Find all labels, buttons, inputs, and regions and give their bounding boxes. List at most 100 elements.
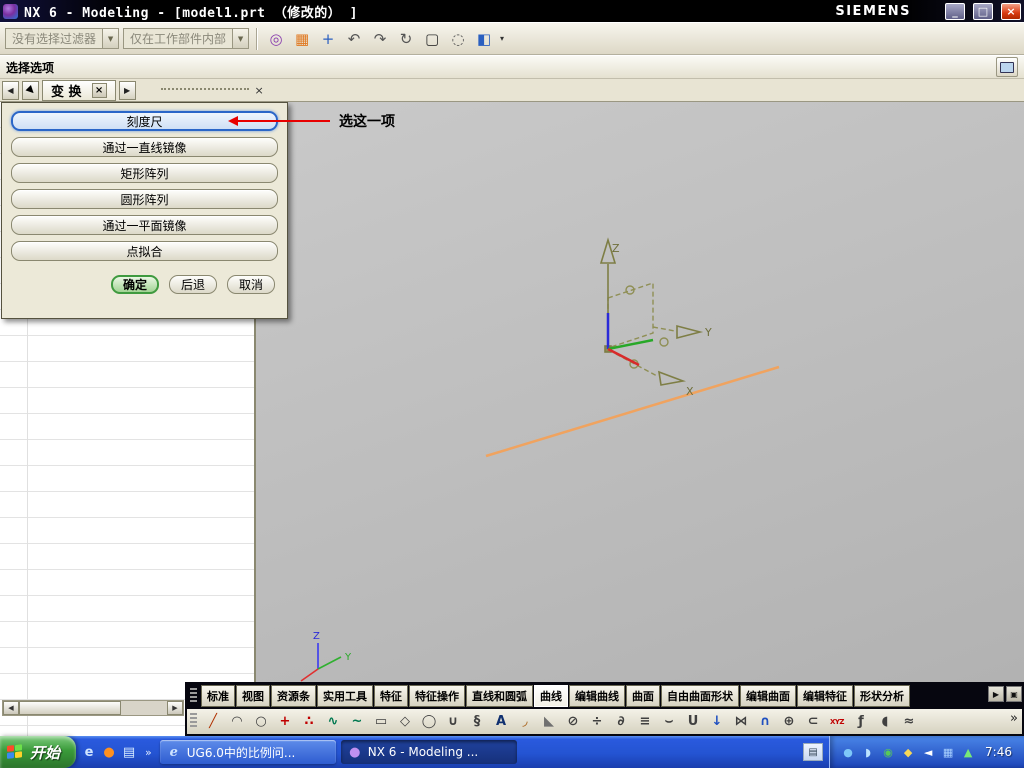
selection-scope-dropdown[interactable]: 仅在工作部件内部 ▼ <box>123 28 250 49</box>
dock-tab-7[interactable]: 直线和圆弧 <box>466 685 533 707</box>
xyz-point-icon[interactable]: XYZ <box>825 711 849 732</box>
extract-curve-icon[interactable]: ⊂ <box>801 711 825 732</box>
dock-tab-6[interactable]: 特征操作 <box>409 685 465 707</box>
law-curve-icon[interactable]: ƒ <box>849 711 873 732</box>
display-mode-button[interactable] <box>996 57 1018 77</box>
rectangle-icon[interactable]: ▭ <box>369 711 393 732</box>
redo-icon[interactable]: ↷ <box>368 27 392 51</box>
point-set-icon[interactable]: ∴ <box>297 711 321 732</box>
refresh-view-icon[interactable]: ↻ <box>394 27 418 51</box>
dock-tab-14[interactable]: 形状分析 <box>854 685 910 707</box>
update-tray-icon[interactable]: ▲ <box>960 744 976 760</box>
dialog-option-2[interactable]: 通过一直线镜像 <box>11 137 278 157</box>
scrollbar-track[interactable] <box>121 701 167 715</box>
conic-icon[interactable]: ∪ <box>441 711 465 732</box>
wcs-x-arrowhead-icon[interactable] <box>658 370 686 386</box>
toolbar-grip-icon[interactable] <box>190 688 197 704</box>
tab-next-button[interactable]: ▶ <box>118 80 136 100</box>
transform-tab[interactable]: 变 换 × <box>42 79 116 101</box>
intersection-curve-icon[interactable]: ∩ <box>753 711 777 732</box>
project-curve-icon[interactable]: ↓ <box>705 711 729 732</box>
dialog-option-3[interactable]: 矩形阵列 <box>11 163 278 183</box>
handle-close-icon[interactable]: × <box>255 84 264 97</box>
grid-icon[interactable]: ▦ <box>290 27 314 51</box>
chamfer-icon[interactable]: ◣ <box>537 711 561 732</box>
trim-curve-icon[interactable]: ⊘ <box>561 711 585 732</box>
dock-tab-12[interactable]: 编辑曲面 <box>740 685 796 707</box>
tab-prev-button[interactable]: ◀ <box>2 80 19 100</box>
back-button[interactable]: 后退 <box>169 275 217 294</box>
maximize-button[interactable]: □ <box>973 2 993 20</box>
scroll-left-icon[interactable]: ◀ <box>3 701 19 715</box>
scrollbar-thumb[interactable] <box>19 701 121 715</box>
point-icon[interactable]: + <box>273 711 297 732</box>
text-icon[interactable]: A <box>489 711 513 732</box>
select-cursor-button[interactable]: ▶ <box>22 80 39 100</box>
offset-curve-icon[interactable]: ≡ <box>633 711 657 732</box>
im-tray-icon[interactable]: ◆ <box>900 744 916 760</box>
wrap-curve-icon[interactable]: ◖ <box>873 711 897 732</box>
quick-launch-overflow-icon[interactable]: » <box>142 746 155 759</box>
dialog-option-4[interactable]: 圆形阵列 <box>11 189 278 209</box>
simplify-curve-icon[interactable]: ≈ <box>897 711 921 732</box>
security-tray-icon[interactable]: ◉ <box>880 744 896 760</box>
dock-tab-3[interactable]: 资源条 <box>271 685 316 707</box>
volume-tray-icon[interactable]: ◄ <box>920 744 936 760</box>
network-tray-icon[interactable]: ▦ <box>940 744 956 760</box>
dock-window-button[interactable]: ▣ <box>1006 686 1022 702</box>
close-button[interactable]: × <box>1001 2 1021 20</box>
graphics-viewport[interactable]: Z Y X Z Y X <box>256 102 1024 693</box>
dock-tab-11[interactable]: 自由曲面形状 <box>661 685 739 707</box>
divide-curve-icon[interactable]: ÷ <box>585 711 609 732</box>
selection-rectangle-icon[interactable]: ▢ <box>420 27 444 51</box>
scroll-right-icon[interactable]: ▶ <box>167 701 183 715</box>
task-button-2[interactable]: ● NX 6 - Modeling ... <box>340 740 517 764</box>
dock-tab-1[interactable]: 标准 <box>201 685 235 707</box>
tab-close-icon[interactable]: × <box>91 82 107 98</box>
dock-tab-5[interactable]: 特征 <box>374 685 408 707</box>
line-icon[interactable]: ╱ <box>201 711 225 732</box>
ellipse-icon[interactable]: ◯ <box>417 711 441 732</box>
browser-icon[interactable]: ● <box>100 743 118 761</box>
mirror-curve-icon[interactable]: ⋈ <box>729 711 753 732</box>
sketch-line[interactable] <box>485 365 780 458</box>
toolbar-grip-icon[interactable] <box>190 713 197 729</box>
wcs-triad[interactable] <box>599 237 704 386</box>
selection-rect-caret-icon[interactable]: ▾ <box>500 34 508 43</box>
selection-filter-dropdown[interactable]: 没有选择过滤器 ▼ <box>5 28 120 49</box>
dock-tab-2[interactable]: 视图 <box>236 685 270 707</box>
edit-curve-icon[interactable]: ∂ <box>609 711 633 732</box>
wcs-y-arrowhead-icon[interactable] <box>676 324 704 340</box>
bridge-curve-icon[interactable]: ⌣ <box>657 711 681 732</box>
dock-tab-4[interactable]: 实用工具 <box>317 685 373 707</box>
dialog-option-5[interactable]: 通过一平面镜像 <box>11 215 278 235</box>
dropdown-arrow-icon[interactable]: ▼ <box>232 29 249 48</box>
snap-point-icon[interactable]: ◎ <box>264 27 288 51</box>
tools-overflow-icon[interactable]: » <box>1010 711 1018 726</box>
dock-tab-8[interactable]: 曲线 <box>534 685 568 707</box>
shaded-cube-icon[interactable]: ◧ <box>472 27 496 51</box>
spline-icon[interactable]: ∿ <box>321 711 345 732</box>
dialog-option-6[interactable]: 点拟合 <box>11 241 278 261</box>
horizontal-scrollbar[interactable]: ◀ ▶ <box>2 700 184 716</box>
join-curve-icon[interactable]: U <box>681 711 705 732</box>
fillet-icon[interactable]: ◞ <box>513 711 537 732</box>
start-button[interactable]: 开始 <box>0 736 77 768</box>
minimize-button[interactable]: _ <box>945 2 965 20</box>
internet-explorer-icon[interactable]: e <box>80 743 98 761</box>
chat-tray-icon[interactable]: ◗ <box>860 744 876 760</box>
docked-toolbar-handle[interactable]: × <box>160 84 264 97</box>
lasso-selection-icon[interactable]: ◌ <box>446 27 470 51</box>
dropdown-arrow-icon[interactable]: ▼ <box>102 29 119 48</box>
task-button-1[interactable]: e UG6.0中的比例问... <box>159 740 336 764</box>
cancel-button[interactable]: 取消 <box>227 275 275 294</box>
studio-spline-icon[interactable]: ~ <box>345 711 369 732</box>
dock-expand-button[interactable]: ▶ <box>988 686 1004 702</box>
undo-icon[interactable]: ↶ <box>342 27 366 51</box>
polygon-icon[interactable]: ◇ <box>393 711 417 732</box>
dock-tab-10[interactable]: 曲面 <box>626 685 660 707</box>
section-curve-icon[interactable]: ⊕ <box>777 711 801 732</box>
point-constructor-icon[interactable]: + <box>316 27 340 51</box>
messenger-tray-icon[interactable]: ● <box>840 744 856 760</box>
dock-tab-13[interactable]: 编辑特征 <box>797 685 853 707</box>
